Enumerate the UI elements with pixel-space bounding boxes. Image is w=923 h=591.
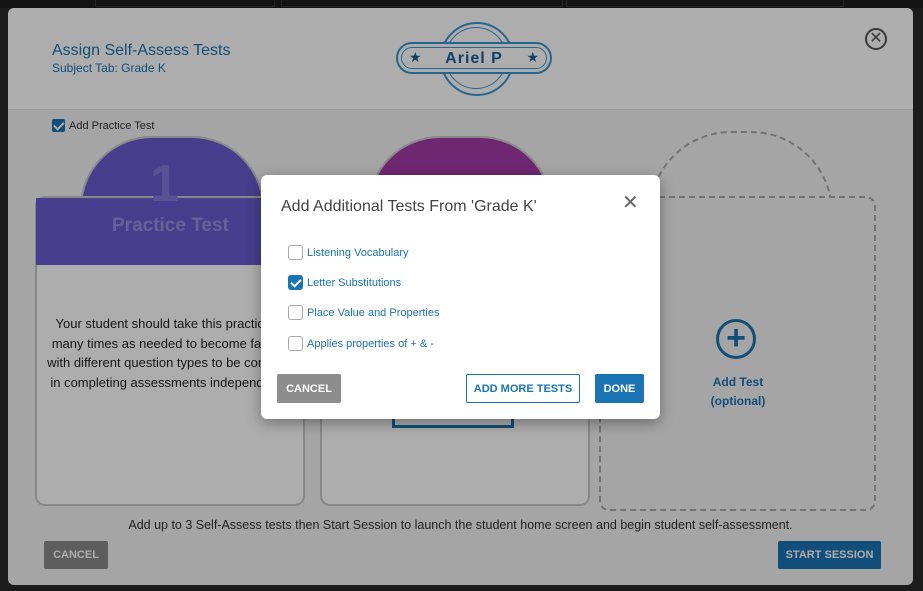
checkbox-unchecked-icon[interactable] bbox=[288, 245, 303, 260]
add-tests-dialog: Add Additional Tests From 'Grade K' ✕ Li… bbox=[261, 175, 660, 419]
done-button[interactable]: DONE bbox=[595, 374, 644, 403]
dialog-title: Add Additional Tests From 'Grade K' bbox=[281, 198, 537, 215]
checkbox-unchecked-icon[interactable] bbox=[288, 336, 303, 351]
option-place-value[interactable]: Place Value and Properties bbox=[288, 305, 440, 320]
option-listening-vocabulary[interactable]: Listening Vocabulary bbox=[288, 245, 409, 260]
close-icon[interactable]: ✕ bbox=[622, 193, 639, 213]
checkbox-unchecked-icon[interactable] bbox=[288, 305, 303, 320]
dialog-cancel-button[interactable]: CANCEL bbox=[277, 374, 341, 403]
checkbox-checked-icon[interactable] bbox=[288, 275, 303, 290]
option-label: Listening Vocabulary bbox=[307, 246, 409, 259]
option-label: Applies properties of + & - bbox=[307, 337, 434, 350]
option-letter-substitutions[interactable]: Letter Substitutions bbox=[288, 275, 401, 290]
option-label: Letter Substitutions bbox=[307, 276, 402, 289]
add-more-tests-button[interactable]: ADD MORE TESTS bbox=[466, 374, 580, 403]
option-label: Place Value and Properties bbox=[307, 306, 440, 319]
option-applies-properties[interactable]: Applies properties of + & - bbox=[288, 336, 434, 351]
